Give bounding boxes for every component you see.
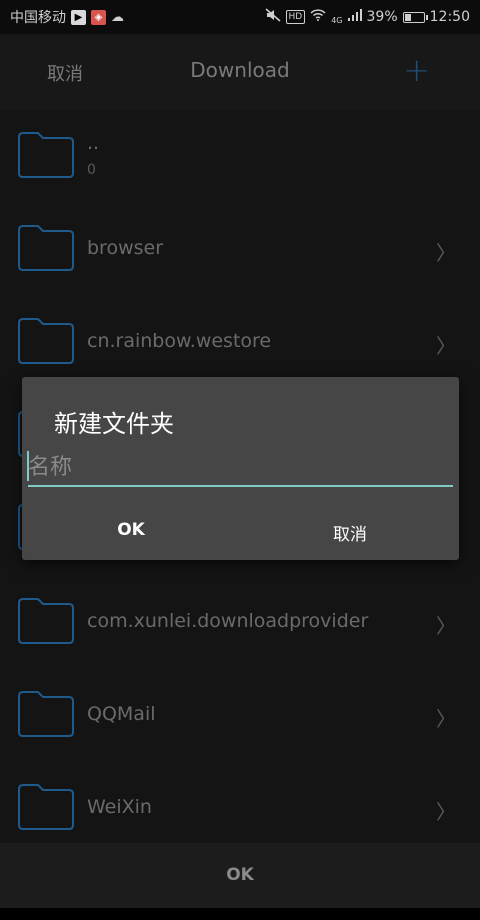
folder-icon bbox=[18, 225, 74, 271]
chevron-right-icon: 〉 bbox=[436, 800, 456, 824]
carrier-label: 中国移动 bbox=[10, 10, 66, 26]
folder-icon bbox=[18, 691, 74, 737]
list-item-label: QQMail bbox=[87, 703, 156, 725]
list-item[interactable]: WeiXin 〉 bbox=[0, 762, 480, 855]
folder-icon bbox=[18, 598, 74, 644]
chevron-right-icon: 〉 bbox=[436, 707, 456, 731]
list-item-label: browser bbox=[87, 237, 164, 259]
text-cursor bbox=[27, 451, 29, 481]
list-item-sub: 0 bbox=[87, 162, 96, 178]
app-header: 取消 Download + bbox=[0, 34, 480, 110]
clock: 12:50 bbox=[429, 9, 470, 25]
folder-icon bbox=[18, 318, 74, 364]
battery-percent: 39% bbox=[366, 9, 398, 25]
signal-icon bbox=[347, 9, 362, 25]
cloud-icon: ☁ bbox=[111, 9, 124, 25]
folder-icon bbox=[18, 132, 74, 178]
network-type: 4G bbox=[331, 16, 343, 25]
confirm-ok-button[interactable]: OK bbox=[0, 865, 480, 885]
list-item[interactable]: cn.rainbow.westore 〉 bbox=[0, 296, 480, 389]
list-item-label: WeiXin bbox=[87, 796, 152, 818]
chevron-right-icon: 〉 bbox=[436, 334, 456, 358]
list-item-parent[interactable]: .. 0 bbox=[0, 110, 480, 203]
list-item-label: com.xunlei.downloadprovider bbox=[87, 610, 369, 632]
dialog-title: 新建文件夹 bbox=[54, 410, 174, 438]
dialog-ok-button[interactable]: OK bbox=[71, 520, 191, 540]
add-folder-button[interactable]: + bbox=[403, 51, 430, 89]
battery-icon bbox=[402, 11, 428, 23]
list-item[interactable]: com.xunlei.downloadprovider 〉 bbox=[0, 576, 480, 669]
mute-icon bbox=[265, 8, 281, 26]
folder-icon bbox=[18, 784, 74, 830]
app-red-icon: ◈ bbox=[91, 9, 106, 25]
list-item-label: .. bbox=[87, 132, 100, 154]
play-icon: ▶ bbox=[71, 9, 86, 25]
navigation-strip bbox=[0, 908, 480, 920]
list-item[interactable]: browser 〉 bbox=[0, 203, 480, 296]
chevron-right-icon: 〉 bbox=[436, 614, 456, 638]
dialog-cancel-button[interactable]: 取消 bbox=[290, 520, 410, 545]
folder-name-input[interactable] bbox=[28, 449, 453, 487]
status-bar: 中国移动 ▶ ◈ ☁ HD 4G 39% 12:50 bbox=[0, 0, 480, 34]
hd-badge: HD bbox=[285, 10, 306, 24]
new-folder-dialog: 新建文件夹 OK 取消 bbox=[22, 377, 459, 560]
wifi-icon bbox=[310, 9, 326, 25]
chevron-right-icon: 〉 bbox=[436, 241, 456, 265]
list-item-label: cn.rainbow.westore bbox=[87, 330, 272, 352]
list-item[interactable]: QQMail 〉 bbox=[0, 669, 480, 762]
bottom-bar: OK bbox=[0, 843, 480, 908]
